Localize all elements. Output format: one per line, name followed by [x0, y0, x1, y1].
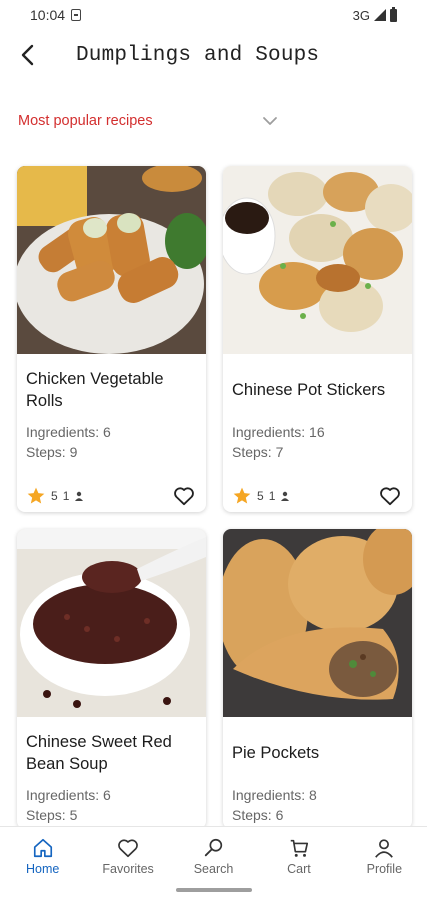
heart-outline-icon [174, 487, 194, 506]
status-time: 10:04 [30, 7, 66, 23]
recipe-steps: Steps: 6 [232, 807, 284, 823]
back-button[interactable] [0, 30, 56, 80]
recipe-title: Chinese Sweet Red Bean Soup [26, 733, 172, 773]
nav-home[interactable]: Home [0, 827, 85, 900]
recipe-card[interactable]: Chinese Pot Stickers Ingredients: 16 Ste… [223, 166, 412, 512]
review-count: 1 [62, 489, 70, 503]
sort-dropdown[interactable]: Most popular recipes [18, 108, 278, 134]
person-icon [281, 491, 290, 501]
nav-cart[interactable]: Cart [256, 827, 341, 900]
nav-profile-label: Profile [366, 862, 403, 876]
recipe-ingredients: Ingredients: 6 [26, 787, 111, 803]
review-count: 1 [268, 489, 276, 503]
star-icon [233, 487, 251, 504]
app-bar: Dumplings and Soups [0, 30, 427, 80]
favorite-button[interactable] [377, 483, 403, 509]
favorite-button[interactable] [171, 483, 197, 509]
recipe-card[interactable]: Chicken Vegetable Rolls Ingredients: 6 S… [17, 166, 206, 512]
nav-home-label: Home [26, 862, 60, 876]
signal-icon [374, 9, 386, 21]
nav-profile[interactable]: Profile [342, 827, 427, 900]
nav-favorites-label: Favorites [102, 862, 154, 876]
heart-outline-icon [380, 487, 400, 506]
recipe-image [223, 166, 412, 354]
recipe-title: Chicken Vegetable Rolls [26, 370, 164, 410]
status-bar: 10:04 3G [0, 0, 427, 30]
recipe-title: Pie Pockets [232, 744, 320, 762]
network-type: 3G [352, 7, 370, 23]
nav-cart-label: Cart [287, 862, 311, 876]
cart-icon [290, 839, 308, 857]
recipe-steps: Steps: 9 [26, 444, 78, 460]
recipe-steps: Steps: 5 [26, 807, 78, 823]
recipe-ingredients: Ingredients: 6 [26, 424, 111, 440]
recipe-ingredients: Ingredients: 8 [232, 787, 317, 803]
recipe-title: Chinese Pot Stickers [232, 381, 386, 399]
person-icon [75, 491, 84, 501]
recipe-steps: Steps: 7 [232, 444, 284, 460]
recipe-image [223, 529, 412, 717]
recipe-image [17, 529, 206, 717]
arrow-back-icon [21, 44, 34, 66]
recipe-rating: 5 1 [232, 486, 290, 506]
rating-value: 5 [51, 489, 58, 503]
battery-icon [390, 6, 397, 22]
nav-favorites[interactable]: Favorites [85, 827, 170, 900]
heart-icon [118, 839, 138, 858]
gesture-handle [176, 888, 252, 892]
search-icon [204, 838, 222, 857]
chevron-down-icon [263, 117, 277, 125]
sim-card-icon [71, 9, 82, 21]
star-icon [27, 487, 45, 504]
sort-dropdown-label: Most popular recipes [18, 113, 153, 129]
nav-search-label: Search [193, 862, 234, 876]
recipe-image [17, 166, 206, 354]
home-icon [33, 838, 52, 858]
person-icon [375, 839, 394, 858]
page-title: Dumplings and Soups [76, 43, 320, 67]
recipe-ingredients: Ingredients: 16 [232, 424, 325, 440]
recipe-card[interactable]: Pie Pockets Ingredients: 8 Steps: 6 [223, 529, 412, 829]
recipe-card[interactable]: Chinese Sweet Red Bean Soup Ingredients:… [17, 529, 206, 829]
recipe-rating: 5 1 [26, 486, 84, 506]
rating-value: 5 [257, 489, 264, 503]
